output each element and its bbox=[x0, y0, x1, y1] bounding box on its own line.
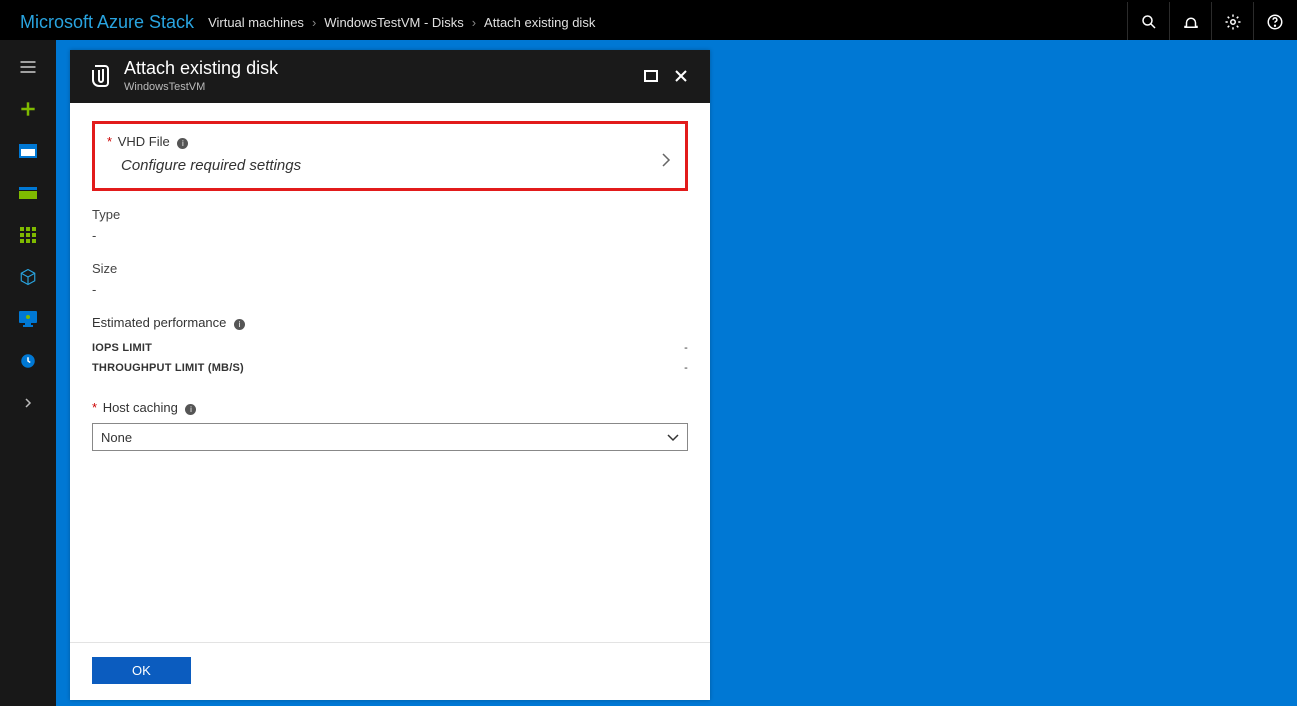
notifications-icon[interactable] bbox=[1169, 2, 1211, 42]
throughput-value: - bbox=[684, 362, 688, 374]
all-resources-icon[interactable] bbox=[0, 214, 56, 256]
size-field: Size - bbox=[92, 261, 688, 297]
top-bar: Microsoft Azure Stack Virtual machines ›… bbox=[2, 2, 1295, 42]
size-value: - bbox=[92, 282, 688, 297]
dashboard-canvas: Attach existing disk WindowsTestVM * VHD… bbox=[56, 40, 1297, 706]
info-icon[interactable]: i bbox=[177, 138, 188, 149]
info-icon[interactable]: i bbox=[234, 319, 245, 330]
iops-row: IOPS LIMIT - bbox=[92, 338, 688, 358]
chevron-down-icon bbox=[667, 430, 679, 445]
breadcrumb-item[interactable]: WindowsTestVM - Disks bbox=[324, 15, 463, 30]
more-services-chevron-icon[interactable] bbox=[0, 382, 56, 424]
attach-disk-blade: Attach existing disk WindowsTestVM * VHD… bbox=[70, 50, 710, 700]
attach-icon bbox=[84, 61, 114, 91]
size-label: Size bbox=[92, 261, 688, 276]
blade-subtitle: WindowsTestVM bbox=[124, 81, 636, 93]
blade-footer: OK bbox=[70, 642, 710, 700]
hamburger-menu-icon[interactable] bbox=[0, 46, 56, 88]
resource-groups-icon[interactable] bbox=[0, 172, 56, 214]
settings-gear-icon[interactable] bbox=[1211, 2, 1253, 42]
estimated-performance-label: Estimated performance i bbox=[92, 315, 688, 330]
info-icon[interactable]: i bbox=[185, 404, 196, 415]
host-caching-label: * Host caching i bbox=[92, 400, 688, 415]
blade-body: * VHD File i Configure required settings… bbox=[70, 103, 710, 642]
host-caching-value: None bbox=[101, 430, 132, 445]
breadcrumb-item[interactable]: Virtual machines bbox=[208, 15, 304, 30]
iops-value: - bbox=[684, 342, 688, 354]
breadcrumbs: Virtual machines › WindowsTestVM - Disks… bbox=[208, 15, 1127, 30]
host-caching-select[interactable]: None bbox=[92, 423, 688, 451]
vhd-file-label: * VHD File i bbox=[107, 134, 673, 149]
brand-logo[interactable]: Microsoft Azure Stack bbox=[2, 12, 208, 33]
required-asterisk: * bbox=[92, 400, 97, 415]
required-asterisk: * bbox=[107, 134, 112, 149]
top-icon-tray bbox=[1127, 2, 1295, 42]
throughput-label: THROUGHPUT LIMIT (MB/S) bbox=[92, 362, 244, 374]
maximize-icon[interactable] bbox=[636, 61, 666, 91]
vhd-file-selector[interactable]: * VHD File i Configure required settings bbox=[92, 121, 688, 191]
chevron-right-icon bbox=[661, 152, 671, 173]
close-icon[interactable] bbox=[666, 61, 696, 91]
vhd-file-label-text: VHD File bbox=[118, 134, 170, 149]
type-field: Type - bbox=[92, 207, 688, 243]
chevron-right-icon: › bbox=[472, 15, 476, 30]
new-resource-icon[interactable] bbox=[0, 88, 56, 130]
recent-icon[interactable] bbox=[0, 340, 56, 382]
type-value: - bbox=[92, 228, 688, 243]
cube-icon[interactable] bbox=[0, 256, 56, 298]
iops-label: IOPS LIMIT bbox=[92, 342, 152, 354]
monitor-icon[interactable] bbox=[0, 298, 56, 340]
blade-title: Attach existing disk bbox=[124, 58, 636, 79]
help-icon[interactable] bbox=[1253, 2, 1295, 42]
host-caching-text: Host caching bbox=[103, 400, 178, 415]
ok-button[interactable]: OK bbox=[92, 657, 191, 684]
throughput-row: THROUGHPUT LIMIT (MB/S) - bbox=[92, 358, 688, 378]
breadcrumb-item[interactable]: Attach existing disk bbox=[484, 15, 595, 30]
type-label: Type bbox=[92, 207, 688, 222]
vhd-file-placeholder: Configure required settings bbox=[107, 157, 673, 174]
estimated-performance-text: Estimated performance bbox=[92, 315, 226, 330]
chevron-right-icon: › bbox=[312, 15, 316, 30]
search-icon[interactable] bbox=[1127, 2, 1169, 42]
dashboard-icon[interactable] bbox=[0, 130, 56, 172]
left-nav bbox=[0, 40, 56, 706]
blade-header: Attach existing disk WindowsTestVM bbox=[70, 50, 710, 103]
